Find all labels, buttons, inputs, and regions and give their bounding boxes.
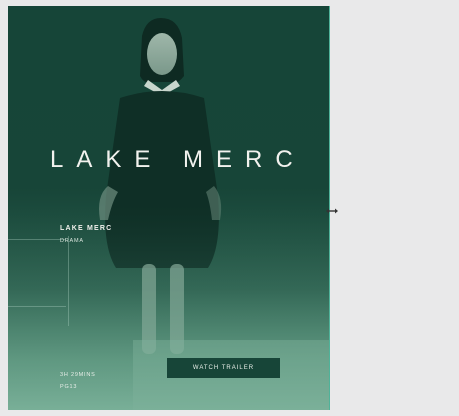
grid-line — [8, 306, 66, 307]
movie-runtime: 3H 29MINS — [60, 372, 96, 378]
movie-rating: PG13 — [60, 384, 78, 390]
grid-line — [68, 236, 69, 326]
movie-genre: DRAMA — [60, 238, 84, 244]
movie-name: LAKE MERC — [60, 225, 113, 232]
movie-poster-card — [8, 6, 330, 410]
resize-horizontal-icon[interactable] — [325, 207, 339, 215]
poster-title: LAKE MERC — [50, 146, 306, 173]
grid-line — [8, 239, 66, 240]
watch-trailer-button[interactable]: WATCH TRAILER — [167, 358, 280, 378]
